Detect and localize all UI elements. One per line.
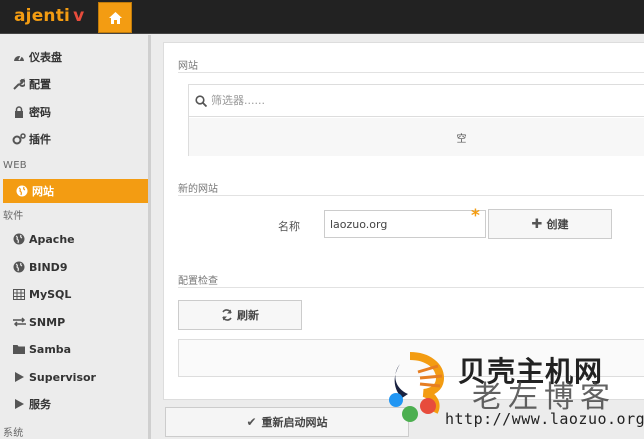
home-icon — [108, 11, 122, 24]
refresh-icon — [222, 309, 232, 321]
logo-text: ajenti — [14, 6, 71, 26]
lock-icon — [12, 106, 26, 118]
config-check-section-title: 配置检查 — [178, 276, 218, 287]
refresh-button[interactable]: 刷新 — [178, 300, 302, 330]
empty-row: 空 — [189, 118, 644, 156]
plus-icon: ✚ — [531, 216, 543, 232]
globe-icon — [12, 233, 26, 245]
play-icon — [12, 399, 26, 409]
create-button[interactable]: ✚ 创建 — [488, 209, 612, 239]
sidebar-item-label: MySQL — [29, 287, 72, 301]
globe-icon — [12, 261, 26, 273]
filter-input[interactable] — [211, 94, 511, 107]
sidebar-item-services[interactable]: 服务 — [0, 392, 148, 416]
sidebar-item-label: Supervisor — [29, 370, 96, 384]
sidebar-section-system: 系统 — [3, 428, 24, 439]
globe-icon — [15, 185, 29, 197]
folder-icon — [12, 344, 26, 354]
home-button[interactable] — [98, 2, 132, 33]
watermark: 贝壳主机网 老左博客 http://www.laozuo.org — [388, 350, 644, 439]
logo-accent: v — [73, 6, 85, 26]
exchange-icon — [12, 317, 26, 327]
sidebar-item-label: Samba — [29, 342, 72, 356]
dashboard-icon — [12, 52, 26, 62]
empty-label: 空 — [456, 133, 467, 145]
sidebar-item-label: SNMP — [29, 315, 66, 329]
sidebar-item-supervisor[interactable]: Supervisor — [0, 365, 148, 389]
required-asterisk: * — [471, 206, 480, 226]
refresh-button-label: 刷新 — [237, 309, 259, 322]
divider — [178, 195, 644, 196]
sidebar-item-apache[interactable]: Apache — [0, 227, 148, 251]
sidebar: 仪表盘 配置 密码 插件 WEB 网站 软件 Apache BIND9 MySQ… — [0, 35, 150, 439]
play-icon — [12, 372, 26, 382]
sidebar-item-snmp[interactable]: SNMP — [0, 310, 148, 334]
sidebar-section-software: 软件 — [3, 211, 24, 222]
wrench-icon — [12, 78, 26, 90]
new-site-section-title: 新的网站 — [178, 184, 218, 195]
cogs-icon — [12, 133, 26, 145]
sidebar-item-label: 仪表盘 — [29, 51, 62, 64]
main-panel: 网站 空 新的网站 名称 * ✚ 创建 配置检查 刷新 — [163, 42, 644, 400]
sidebar-scrollbar[interactable] — [148, 35, 151, 439]
restart-button-label: 重新启动网站 — [261, 416, 328, 429]
check-icon: ✔ — [246, 415, 257, 429]
websites-table: 空 — [188, 84, 644, 156]
table-icon — [12, 288, 26, 300]
sidebar-item-websites[interactable]: 网站 — [3, 179, 148, 203]
sidebar-item-label: BIND9 — [29, 260, 68, 274]
create-button-label: 创建 — [546, 218, 569, 231]
sidebar-item-label: 密码 — [29, 106, 51, 119]
name-label: 名称 — [278, 220, 300, 233]
watermark-url: http://www.laozuo.org — [445, 410, 644, 428]
sidebar-item-label: 插件 — [29, 133, 51, 146]
site-name-input[interactable] — [324, 210, 486, 238]
sidebar-item-bind9[interactable]: BIND9 — [0, 255, 148, 279]
sidebar-item-label: 配置 — [29, 78, 51, 91]
restart-websites-button[interactable]: ✔ 重新启动网站 — [165, 407, 409, 437]
sidebar-item-label: 网站 — [32, 185, 54, 198]
app-logo[interactable]: ajenti v — [14, 6, 84, 26]
sidebar-item-samba[interactable]: Samba — [0, 337, 148, 361]
sidebar-item-password[interactable]: 密码 — [0, 100, 148, 124]
sidebar-item-label: 服务 — [29, 398, 51, 411]
sidebar-item-dashboard[interactable]: 仪表盘 — [0, 45, 148, 69]
sidebar-item-label: Apache — [29, 232, 75, 246]
divider — [178, 287, 644, 288]
sidebar-item-plugins[interactable]: 插件 — [0, 127, 148, 151]
divider — [178, 72, 644, 73]
search-icon — [195, 94, 207, 107]
top-bar: ajenti v — [0, 0, 644, 34]
sidebar-section-web: WEB — [3, 160, 27, 171]
websites-section-title: 网站 — [178, 61, 198, 72]
sidebar-item-mysql[interactable]: MySQL — [0, 282, 148, 306]
sidebar-item-config[interactable]: 配置 — [0, 72, 148, 96]
filter-row — [189, 85, 644, 117]
